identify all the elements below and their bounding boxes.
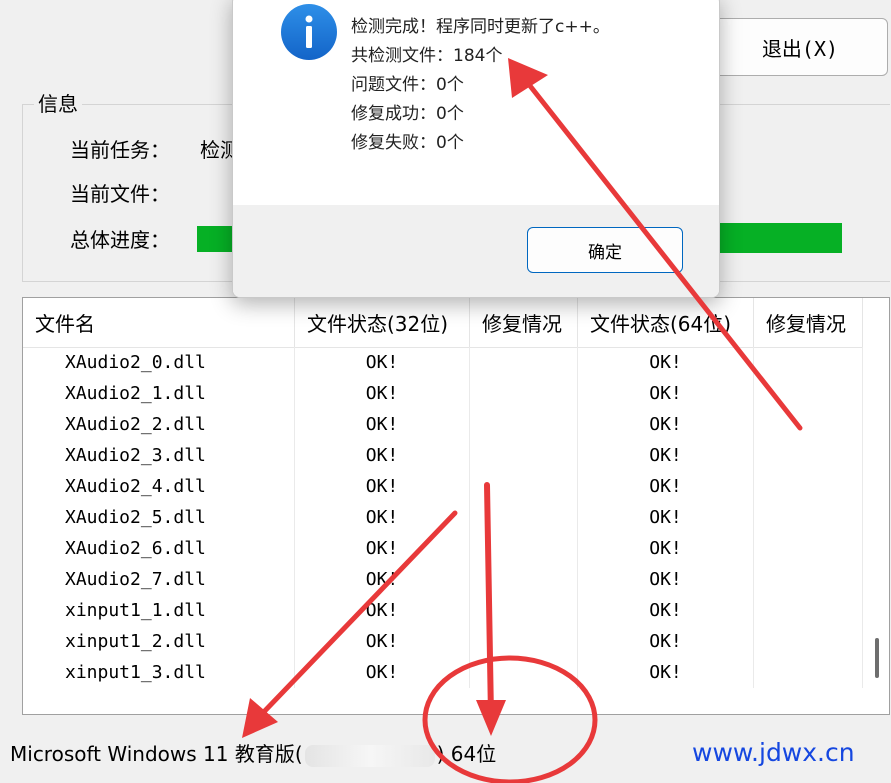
cell-status-64: OK!	[578, 564, 754, 595]
cell-status-32: OK!	[295, 409, 470, 440]
cell-repair-32	[470, 471, 578, 502]
cell-repair-64	[754, 533, 863, 564]
current-task-value: 检测	[200, 138, 234, 162]
cell-repair-32	[470, 595, 578, 626]
table-row[interactable]: XAudio2_0.dll OK! OK!	[23, 347, 863, 378]
file-list-rows: XAudio2_0.dll OK! OK! XAudio2_1.dll OK! OK! XA…	[23, 347, 863, 688]
cell-status-64: OK!	[578, 378, 754, 409]
column-header-repair-64[interactable]: 修复情况	[754, 298, 863, 347]
cell-status-32: OK!	[295, 626, 470, 657]
table-row[interactable]: xinput1_1.dll OK! OK!	[23, 595, 863, 626]
os-info: Microsoft Windows 11 教育版( ) 64位	[10, 738, 496, 767]
cell-filename: XAudio2_0.dll	[23, 347, 295, 378]
overall-progress-bar	[197, 226, 237, 252]
column-header-status-32[interactable]: 文件状态(32位)	[295, 298, 470, 347]
table-row[interactable]: xinput1_3.dll OK! OK!	[23, 657, 863, 688]
cell-filename: XAudio2_2.dll	[23, 409, 295, 440]
cell-repair-32	[470, 347, 578, 378]
watermark: www.jdwx.cn	[692, 738, 855, 767]
cell-status-32: OK!	[295, 440, 470, 471]
cell-filename: XAudio2_5.dll	[23, 502, 295, 533]
cell-status-32: OK!	[295, 595, 470, 626]
cell-filename: XAudio2_6.dll	[23, 533, 295, 564]
cell-status-64: OK!	[578, 657, 754, 688]
exit-button[interactable]: 退出(X)	[712, 18, 888, 76]
cell-repair-64	[754, 564, 863, 595]
cell-repair-32	[470, 440, 578, 471]
cell-repair-64	[754, 657, 863, 688]
cell-status-64: OK!	[578, 409, 754, 440]
dialog-message-line: 检测完成！程序同时更新了c++。	[351, 17, 610, 37]
cell-status-32: OK!	[295, 564, 470, 595]
redacted-area	[304, 744, 435, 767]
cell-repair-32	[470, 378, 578, 409]
os-info-suffix: ) 64位	[436, 742, 497, 766]
ok-button[interactable]: 确定	[527, 227, 683, 273]
cell-filename: XAudio2_3.dll	[23, 440, 295, 471]
cell-repair-32	[470, 626, 578, 657]
cell-status-32: OK!	[295, 378, 470, 409]
table-row[interactable]: XAudio2_1.dll OK! OK!	[23, 378, 863, 409]
overall-progress-bar-end	[718, 223, 842, 253]
cell-status-64: OK!	[578, 347, 754, 378]
cell-status-64: OK!	[578, 595, 754, 626]
table-row[interactable]: XAudio2_3.dll OK! OK!	[23, 440, 863, 471]
cell-repair-32	[470, 564, 578, 595]
dialog-message-line: 修复失败：0个	[351, 133, 464, 153]
cell-status-64: OK!	[578, 471, 754, 502]
cell-repair-64	[754, 626, 863, 657]
dialog-message-line: 修复成功：0个	[351, 104, 464, 124]
cell-repair-32	[470, 502, 578, 533]
table-row[interactable]: XAudio2_4.dll OK! OK!	[23, 471, 863, 502]
progress-label: 总体进度：	[70, 228, 170, 252]
cell-repair-32	[470, 533, 578, 564]
info-group-title: 信息	[34, 88, 82, 117]
table-row[interactable]: XAudio2_5.dll OK! OK!	[23, 502, 863, 533]
table-row[interactable]: xinput1_2.dll OK! OK!	[23, 626, 863, 657]
dialog-message-line: 问题文件：0个	[351, 75, 464, 95]
cell-status-64: OK!	[578, 440, 754, 471]
cell-status-64: OK!	[578, 502, 754, 533]
table-row[interactable]: XAudio2_6.dll OK! OK!	[23, 533, 863, 564]
column-header-status-64[interactable]: 文件状态(64位)	[578, 298, 754, 347]
cell-status-32: OK!	[295, 533, 470, 564]
os-info-prefix: Microsoft Windows 11 教育版(	[10, 742, 303, 766]
current-file-label: 当前文件：	[70, 182, 170, 206]
cell-repair-64	[754, 347, 863, 378]
scrollbar-thumb[interactable]	[875, 638, 879, 678]
dialog-message-line: 共检测文件：184个	[351, 46, 503, 66]
cell-filename: xinput1_1.dll	[23, 595, 295, 626]
cell-repair-64	[754, 471, 863, 502]
cell-repair-64	[754, 502, 863, 533]
cell-repair-64	[754, 440, 863, 471]
cell-status-64: OK!	[578, 533, 754, 564]
cell-filename: xinput1_3.dll	[23, 657, 295, 688]
column-header-repair-32[interactable]: 修复情况	[470, 298, 578, 347]
cell-status-32: OK!	[295, 471, 470, 502]
cell-status-32: OK!	[295, 502, 470, 533]
cell-status-32: OK!	[295, 657, 470, 688]
cell-status-64: OK!	[578, 626, 754, 657]
info-icon	[281, 4, 337, 60]
cell-repair-64	[754, 409, 863, 440]
cell-filename: XAudio2_4.dll	[23, 471, 295, 502]
cell-filename: xinput1_2.dll	[23, 626, 295, 657]
table-row[interactable]: XAudio2_2.dll OK! OK!	[23, 409, 863, 440]
current-task-label: 当前任务：	[70, 138, 170, 162]
table-row[interactable]: XAudio2_7.dll OK! OK!	[23, 564, 863, 595]
cell-filename: XAudio2_7.dll	[23, 564, 295, 595]
cell-repair-64	[754, 595, 863, 626]
file-list-header: 文件名 文件状态(32位) 修复情况 文件状态(64位) 修复情况	[23, 298, 863, 348]
cell-repair-32	[470, 657, 578, 688]
column-header-filename[interactable]: 文件名	[23, 298, 295, 347]
cell-repair-64	[754, 378, 863, 409]
file-list[interactable]: 文件名 文件状态(32位) 修复情况 文件状态(64位) 修复情况 XAudio…	[22, 297, 890, 715]
cell-filename: XAudio2_1.dll	[23, 378, 295, 409]
message-dialog: 检测完成！程序同时更新了c++。 共检测文件：184个 问题文件：0个 修复成功…	[232, 0, 720, 298]
cell-status-32: OK!	[295, 347, 470, 378]
cell-repair-32	[470, 409, 578, 440]
